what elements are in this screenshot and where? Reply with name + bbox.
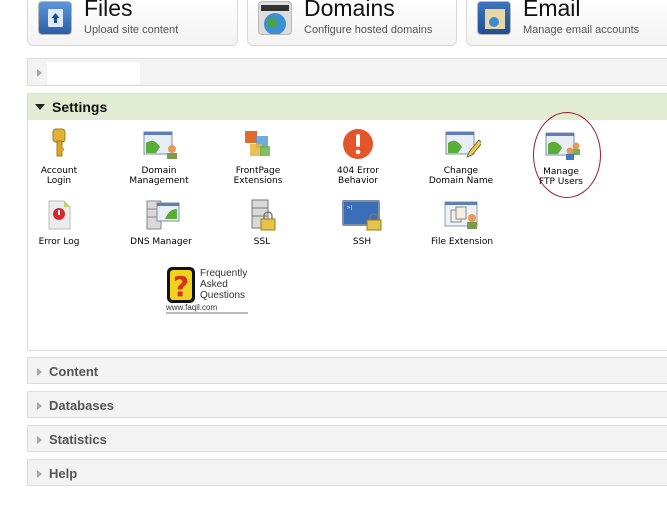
tool-label: FTP Users: [538, 177, 583, 187]
tool-change-domain-name[interactable]: Change Domain Name: [421, 128, 501, 186]
quick-link-subtitle: Manage email accounts: [523, 24, 640, 36]
tool-label: Change: [443, 166, 479, 176]
faq-line2: Asked: [200, 279, 228, 290]
tool-label: Domain: [141, 166, 177, 176]
faq-line1: Frequently: [200, 268, 248, 279]
expand-arrow-icon: [37, 367, 42, 376]
tool-label: 404 Error: [337, 166, 379, 176]
section-settings-header[interactable]: Settings: [28, 94, 667, 120]
quick-link-email[interactable]: Email Manage email accounts: [466, 0, 667, 46]
quick-link-subtitle: Upload site content: [84, 24, 179, 36]
domains-globe-icon: [258, 1, 292, 35]
tool-domain-management[interactable]: Domain Management: [119, 128, 199, 186]
section-title-blank: [47, 61, 140, 84]
tool-ssl[interactable]: SSL: [222, 199, 302, 247]
expand-arrow-icon: [37, 469, 42, 478]
expand-arrow-icon: [37, 435, 42, 444]
tool-account-login[interactable]: Account Login: [19, 128, 99, 186]
tool-label: Account: [40, 166, 78, 176]
ssl-icon: [246, 199, 278, 231]
quick-link-title: Domains: [304, 0, 395, 21]
tool-label: Behavior: [338, 176, 378, 186]
section-databases[interactable]: Databases: [27, 391, 667, 418]
expand-arrow-icon: [37, 401, 42, 410]
files-upload-icon: [38, 1, 72, 35]
file-extension-icon: [442, 199, 482, 231]
quick-link-domains[interactable]: Domains Configure hosted domains: [247, 0, 457, 46]
svg-text:?: ?: [173, 270, 189, 303]
tool-label: Login: [46, 176, 72, 186]
ftp-users-icon: [545, 129, 580, 161]
section-help[interactable]: Help: [27, 459, 667, 486]
section-statistics[interactable]: Statistics: [27, 425, 667, 452]
faq-url: www.faqil.com: [166, 303, 248, 314]
quick-link-title: Files: [84, 0, 133, 21]
tool-label: Error Log: [38, 237, 80, 247]
error-404-icon: [342, 128, 374, 160]
quick-link-title: Email: [523, 0, 581, 21]
error-log-icon: [43, 199, 75, 231]
tool-dns-manager[interactable]: DNS Manager: [121, 199, 201, 247]
tool-label: SSH: [352, 237, 372, 247]
tool-error-log[interactable]: Error Log: [19, 199, 99, 247]
tool-ssh[interactable]: >| SSH: [322, 199, 402, 247]
collapse-arrow-icon: [35, 104, 45, 110]
tool-label: DNS Manager: [130, 237, 192, 247]
quick-link-subtitle: Configure hosted domains: [304, 24, 433, 36]
frontpage-icon: [242, 128, 274, 160]
faq-line3: Questions: [200, 290, 246, 301]
section-content[interactable]: Content: [27, 357, 667, 384]
tool-label: Extensions: [233, 176, 283, 186]
svg-text:>|: >|: [347, 205, 353, 211]
tool-label: File Extension: [430, 237, 494, 247]
section-title: Content: [49, 364, 99, 379]
faq-badge[interactable]: ? Frequently Asked Questions www.faqil.c…: [166, 266, 248, 314]
email-icon: [477, 1, 511, 35]
tool-file-extension[interactable]: File Extension: [422, 199, 502, 247]
tool-manage-ftp-users[interactable]: Manage FTP Users: [521, 129, 601, 187]
section-unnamed[interactable]: [27, 58, 667, 86]
change-domain-icon: [445, 128, 483, 160]
section-title: Help: [49, 466, 78, 481]
tool-label: Domain Name: [428, 176, 494, 186]
tool-label: Manage: [543, 167, 579, 177]
key-icon: [43, 128, 75, 160]
section-title: Statistics: [49, 432, 107, 447]
ssh-icon: >|: [342, 199, 382, 231]
tool-404-error-behavior[interactable]: 404 Error Behavior: [318, 128, 398, 186]
tool-label: FrontPage: [235, 166, 281, 176]
tool-label: SSL: [253, 237, 271, 247]
section-title: Databases: [49, 398, 115, 413]
tool-label: Management: [129, 176, 189, 186]
dns-manager-icon: [145, 199, 180, 231]
section-title: Settings: [52, 99, 108, 115]
domain-management-icon: [143, 128, 177, 160]
expand-arrow-icon: [37, 68, 42, 77]
tool-frontpage-extensions[interactable]: FrontPage Extensions: [218, 128, 298, 186]
quick-link-files[interactable]: Files Upload site content: [27, 0, 238, 46]
